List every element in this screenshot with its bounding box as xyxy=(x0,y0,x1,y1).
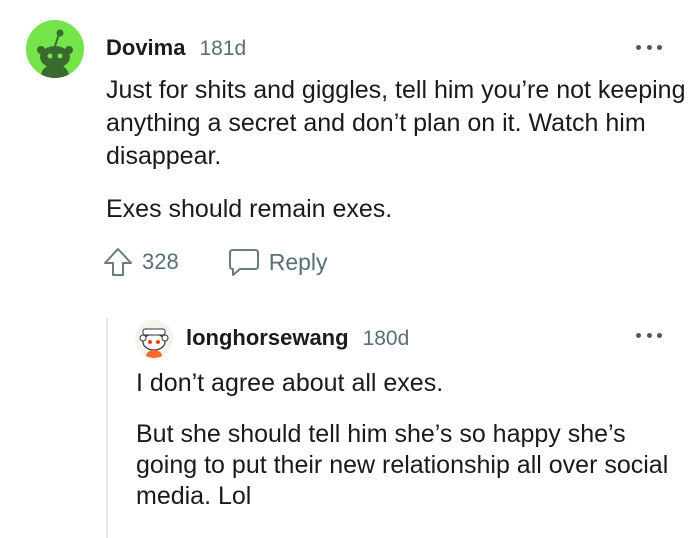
comment-actions: 328 Reply xyxy=(102,246,328,278)
comment-header: Dovima 181d xyxy=(106,34,246,63)
reply-button[interactable]: Reply xyxy=(227,247,328,277)
snoo-avatar-icon xyxy=(26,20,84,78)
reply-paragraph: But she should tell him she’s so happy s… xyxy=(136,420,669,510)
upvote-button[interactable]: 328 xyxy=(102,246,179,278)
more-options-button[interactable] xyxy=(636,42,662,52)
reply-paragraph: I don’t agree about all exes. xyxy=(136,369,444,397)
reply-bubble-icon xyxy=(228,249,259,276)
reply-more-options-button[interactable] xyxy=(636,330,662,340)
more-options-icon xyxy=(636,332,641,338)
more-options-icon xyxy=(636,44,641,50)
reply-user-avatar[interactable] xyxy=(135,320,173,358)
reply-label: Reply xyxy=(268,248,328,275)
upvote-icon xyxy=(104,248,132,276)
thread-line[interactable] xyxy=(106,318,108,538)
comment-thread: Dovima 181d Just for shits and giggles, … xyxy=(0,0,700,538)
reply-header: longhorsewang 180d xyxy=(186,324,409,353)
reply-age: 180d xyxy=(362,327,410,350)
vote-count: 328 xyxy=(142,249,179,274)
comment-paragraph: Just for shits and giggles, tell him you… xyxy=(106,76,686,170)
reply-body: I don’t agree about all exes. But she sh… xyxy=(136,368,684,532)
snoo-avatar-icon xyxy=(135,320,173,358)
comment-age: 181d xyxy=(199,37,247,60)
comment-body: Just for shits and giggles, tell him you… xyxy=(106,74,686,246)
author-name[interactable]: Dovima xyxy=(106,34,185,62)
comment-paragraph: Exes should remain exes. xyxy=(106,195,393,223)
reply-author-name[interactable]: longhorsewang xyxy=(186,324,349,352)
user-avatar[interactable] xyxy=(26,20,84,78)
